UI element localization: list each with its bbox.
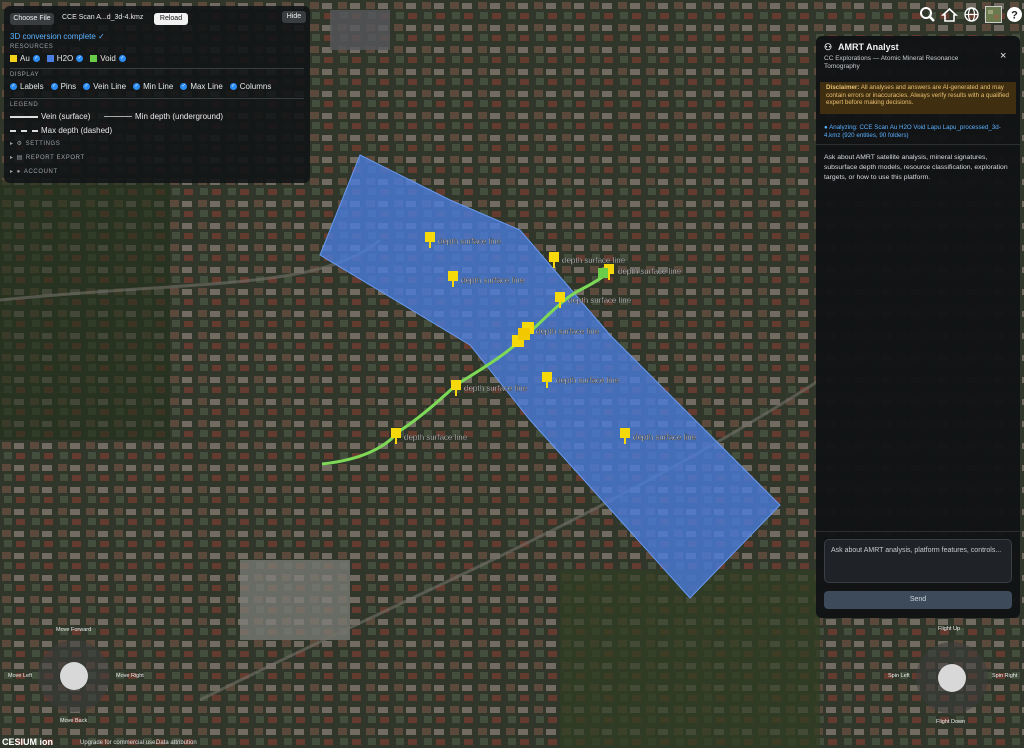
au-checkbox[interactable]: ✓ <box>32 55 40 62</box>
control-panel: Choose File CCE Scan A...d_3d-4.kmz Relo… <box>4 6 310 183</box>
max-line-swatch <box>10 129 38 132</box>
close-icon[interactable]: × <box>1000 50 1006 62</box>
pin-label: depth surface line <box>536 327 600 336</box>
document-icon: ▤ <box>16 155 23 161</box>
display-row: ✓ Labels ✓ Pins ✓ Vein Line ✓ Min Line ✓ Max … <box>10 82 271 91</box>
vein-line-checkbox[interactable]: ✓ <box>83 83 91 90</box>
panel-subtitle: CC Explorations — Atomic Mineral Resonan… <box>824 55 959 70</box>
footer: CESIUM ion Upgrade for commercial use. D… <box>0 736 1024 748</box>
surface-line-swatch <box>10 115 38 118</box>
intro-message: Ask about AMRT satellite analysis, miner… <box>824 154 1008 181</box>
user-icon: ● <box>16 168 21 175</box>
pin-label: depth surface line <box>438 237 502 246</box>
labels-checkbox[interactable]: ✓ <box>10 83 17 90</box>
account-label: ACCOUNT <box>23 168 58 175</box>
legend-min: Min depth (underground) <box>104 112 223 121</box>
legend-min-label: Min depth (underground) <box>135 112 224 121</box>
flight-down-label: Flight Down <box>936 719 966 725</box>
h2o-swatch <box>46 55 54 62</box>
cesium-logo: CESIUM ion <box>2 737 53 747</box>
pin-label: depth surface line <box>404 433 468 442</box>
file-name: CCE Scan A...d_3d-4.kmz <box>62 14 144 21</box>
robot-icon: ⚇ <box>824 42 833 52</box>
move-joystick[interactable] <box>36 636 112 716</box>
resource-h2o-label: H2O <box>56 54 74 63</box>
amrt-analyst-panel: ⚇ AMRT Analyst CC Explorations — Atomic … <box>816 36 1020 618</box>
pins-checkbox[interactable]: ✓ <box>50 83 58 90</box>
flight-up-label: Flight Up <box>938 626 961 632</box>
pin-label: depth surface line <box>556 376 620 385</box>
settings-label: SETTINGS <box>25 140 61 147</box>
move-forward-label: Move Forward <box>56 627 92 633</box>
max-line-checkbox[interactable]: ✓ <box>180 83 188 90</box>
report-toggle[interactable]: ▸ ▤ REPORT EXPORT <box>10 154 85 162</box>
active-dot-icon: ● <box>824 124 828 131</box>
data-attribution-link[interactable]: Data attribution <box>156 740 197 746</box>
legend-surface-label: Vein (surface) <box>41 112 91 121</box>
settings-toggle[interactable]: ▸ ⚙ SETTINGS <box>10 140 61 148</box>
spin-right-label: Spin Right <box>992 673 1018 679</box>
pin-label: depth surface line <box>633 433 697 442</box>
gear-icon: ⚙ <box>16 141 23 147</box>
pin-label: depth surface line <box>464 384 528 393</box>
move-back-label: Move Back <box>60 718 88 724</box>
report-label: REPORT EXPORT <box>25 154 85 161</box>
legend-surface: Vein (surface) <box>10 112 90 121</box>
choose-file-button[interactable]: Choose File <box>10 13 54 25</box>
legend-heading: LEGEND <box>10 102 39 108</box>
au-swatch <box>10 55 17 62</box>
void-swatch <box>90 55 98 62</box>
resources-heading: RESOURCES <box>10 44 54 50</box>
pin-label: depth surface line <box>562 256 626 265</box>
display-vein-line: Vein Line <box>93 82 127 91</box>
home-icon[interactable] <box>941 6 958 23</box>
analyzing-status: ● Analyzing: CCE Scan Au H2O Void Lapu L… <box>824 124 1012 140</box>
disclaimer-box: Disclaimer: All analyses and answers are… <box>820 82 1016 114</box>
caret-right-icon: ▸ <box>10 169 14 175</box>
layers-icon[interactable] <box>985 6 1002 23</box>
pin-label: depth surface line <box>461 276 525 285</box>
display-min-line: Min Line <box>143 82 174 91</box>
h2o-checkbox[interactable]: ✓ <box>76 55 84 62</box>
caret-right-icon: ▸ <box>10 155 14 161</box>
svg-text:?: ? <box>1011 10 1018 22</box>
move-left-label: Move Left <box>8 673 33 679</box>
resources-row: Au ✓ H2O ✓ Void ✓ <box>10 54 126 63</box>
void-checkbox[interactable]: ✓ <box>118 55 126 62</box>
panel-title: AMRT Analyst <box>838 42 899 52</box>
pin-label: depth surface line <box>618 267 682 276</box>
move-right-label: Move Right <box>116 673 144 679</box>
caret-right-icon: ▸ <box>10 141 14 147</box>
display-columns: Columns <box>239 82 272 91</box>
flight-joystick[interactable] <box>914 638 990 718</box>
resource-void-label: Void <box>100 54 116 63</box>
display-max-line: Max Line <box>190 82 223 91</box>
help-icon[interactable]: ? <box>1006 6 1023 23</box>
pin-label: depth surface line <box>568 296 632 305</box>
analyzing-label: Analyzing: <box>829 124 858 131</box>
resource-au-label: Au <box>20 54 30 63</box>
display-pins: Pins <box>60 82 77 91</box>
legend-max-label: Max depth (dashed) <box>41 126 113 135</box>
conversion-status: 3D conversion complete ✓ <box>10 32 105 41</box>
reload-button[interactable]: Reload <box>154 13 188 25</box>
display-labels: Labels <box>20 82 44 91</box>
void-marker[interactable] <box>598 268 608 278</box>
hide-button[interactable]: Hide <box>282 11 306 23</box>
upgrade-link[interactable]: Upgrade for commercial use. <box>80 740 157 746</box>
legend-max: Max depth (dashed) <box>10 126 112 135</box>
columns-checkbox[interactable]: ✓ <box>229 83 237 90</box>
send-button[interactable]: Send <box>824 591 1012 609</box>
disclaimer-bold: Disclaimer: <box>826 84 860 91</box>
spin-left-label: Spin Left <box>888 673 910 679</box>
chat-input[interactable]: Ask about AMRT analysis, platform featur… <box>824 539 1012 583</box>
globe-icon[interactable] <box>963 6 980 23</box>
account-toggle[interactable]: ▸ ● ACCOUNT <box>10 168 58 176</box>
min-line-checkbox[interactable]: ✓ <box>133 83 141 90</box>
display-heading: DISPLAY <box>10 72 40 78</box>
min-line-swatch <box>104 116 132 117</box>
search-icon[interactable] <box>919 6 936 23</box>
